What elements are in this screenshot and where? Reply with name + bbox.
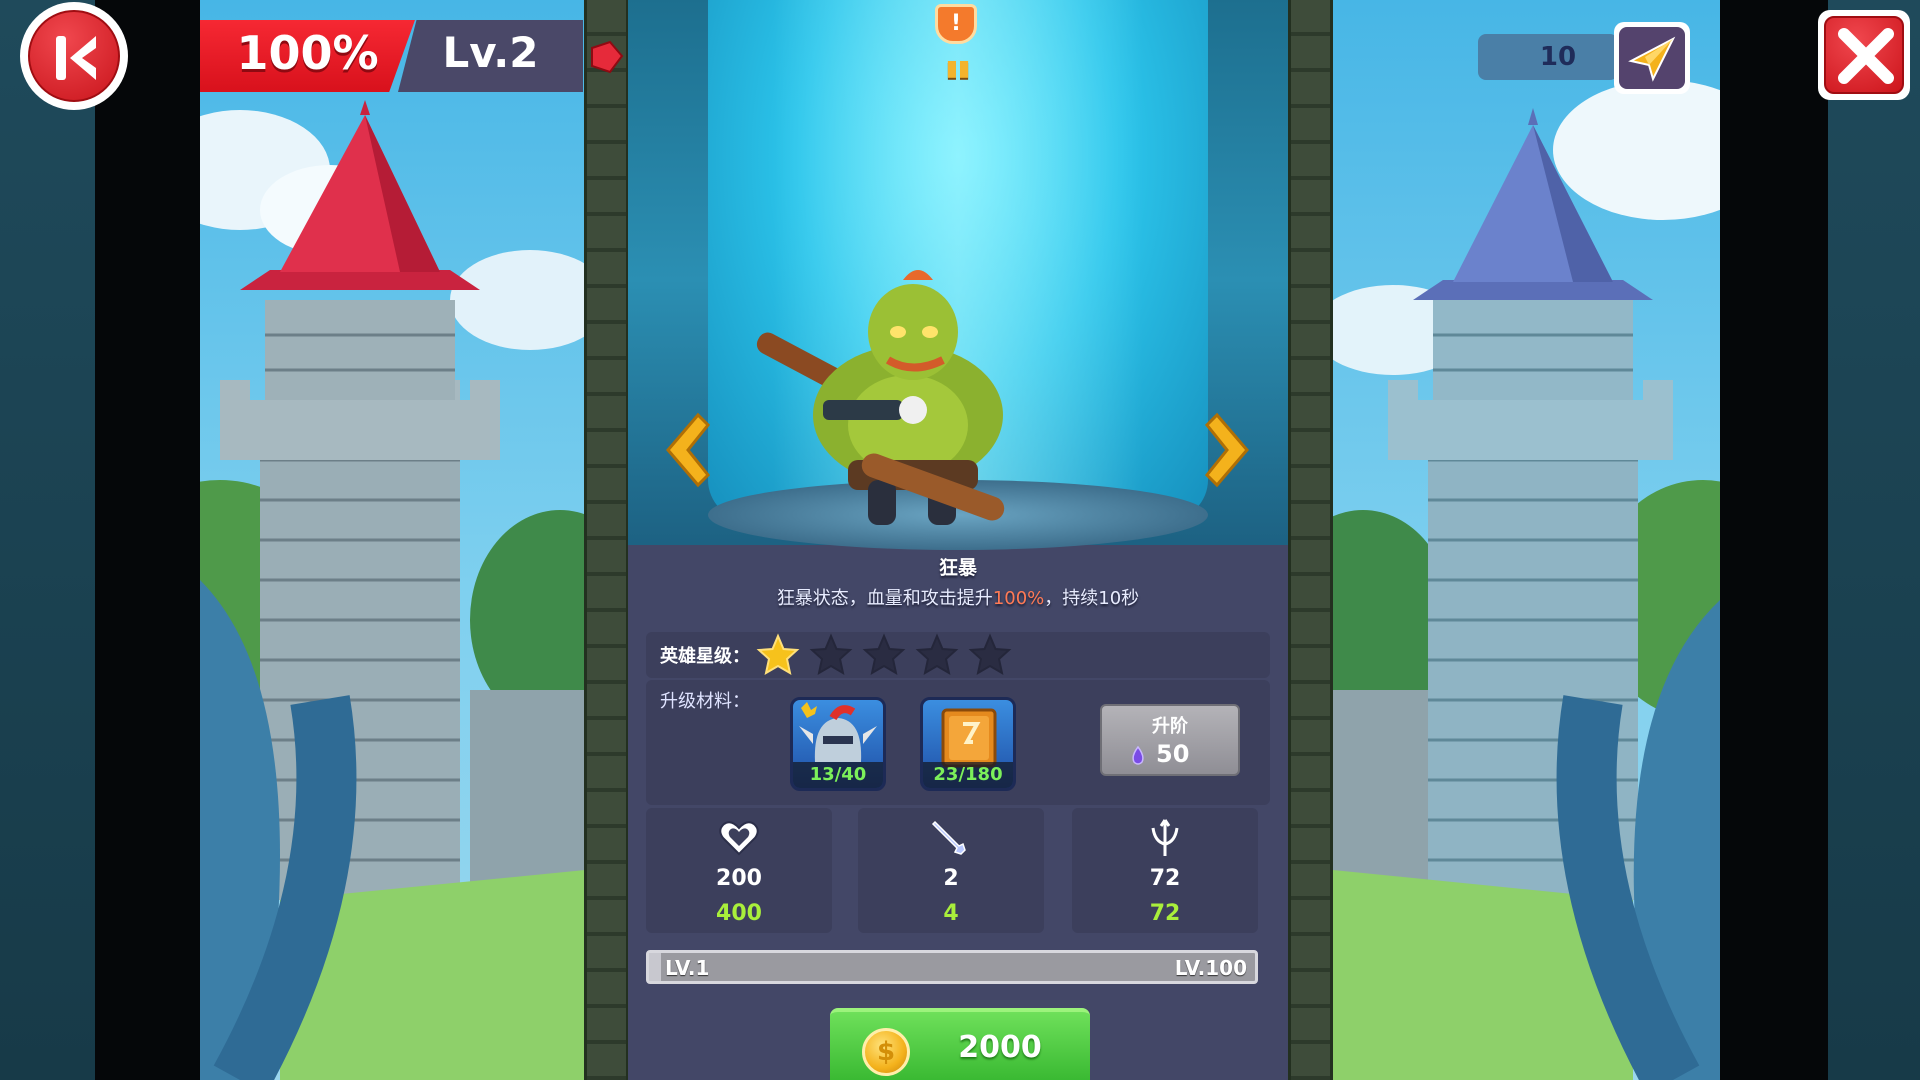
star-empty-icon <box>809 633 853 676</box>
left-pillar <box>584 0 629 1080</box>
description-suffix: ，持续10秒 <box>1044 588 1140 609</box>
stat-next-value: 400 <box>716 901 762 926</box>
stat-next-value: 4 <box>943 901 959 926</box>
energy-counter: 10 <box>1478 34 1618 80</box>
star-filled-icon <box>756 633 800 676</box>
upgrade-label: 升阶 <box>1152 716 1188 737</box>
rank-label: 英雄星级： <box>660 646 750 667</box>
material-helmet[interactable]: 13/40 <box>790 697 886 791</box>
right-wall <box>1828 0 1920 1080</box>
paper-plane-face <box>1619 27 1685 89</box>
material-count: 23/180 <box>923 762 1013 788</box>
right-pillar <box>1288 0 1333 1080</box>
description-text: 狂暴状态，血量和攻击提升 <box>776 588 993 609</box>
left-scenery <box>200 0 585 1080</box>
red-tower-illustration <box>200 100 585 1080</box>
purple-gem-icon <box>1132 746 1144 765</box>
close-icon <box>1838 28 1894 84</box>
back-arrow-icon <box>56 36 96 80</box>
next-hero-arrow-icon[interactable] <box>1201 410 1257 490</box>
player-level-bar: Lv.2 <box>398 20 583 92</box>
stat-attack: 2 4 <box>858 808 1044 933</box>
stat-health: 200 400 <box>646 808 832 933</box>
back-button[interactable] <box>20 2 128 110</box>
orc-hero-portrait <box>756 270 1005 525</box>
shield-badge-icon: ! <box>935 4 977 44</box>
level-progress-bar: LV.1 LV.100 <box>646 950 1258 984</box>
star-empty-icon <box>968 633 1012 676</box>
stat-base-value: 72 <box>1149 866 1181 891</box>
hero-description: 狂暴状态，血量和攻击提升100%，持续10秒 <box>628 584 1288 610</box>
left-wall <box>0 0 95 1080</box>
badge-label: ▮▮ <box>945 56 971 81</box>
player-level: Lv.2 <box>442 28 539 77</box>
paper-plane-icon <box>1628 36 1676 82</box>
level-progress-fill <box>649 953 662 981</box>
paper-plane-button[interactable] <box>1614 22 1690 94</box>
stat-range: 72 72 <box>1072 808 1258 933</box>
prev-hero-arrow-icon[interactable] <box>658 410 714 490</box>
sword-icon <box>931 820 966 855</box>
star-empty-icon <box>915 633 959 676</box>
upgrade-cost: 50 <box>1156 740 1190 768</box>
back-button-face <box>28 10 120 102</box>
close-button[interactable] <box>1818 10 1910 100</box>
upgrade-rank-button[interactable]: 升阶 50 <box>1100 704 1240 776</box>
level-up-buy-button[interactable]: $ 2000 <box>830 1008 1090 1080</box>
materials-label: 升级材料： <box>660 691 750 712</box>
stat-base-value: 2 <box>943 866 959 891</box>
right-scenery <box>1333 0 1720 1080</box>
spell-book-icon <box>941 708 997 768</box>
hero-name: 狂暴 <box>938 557 977 579</box>
red-gem-icon <box>591 40 624 74</box>
material-count: 13/40 <box>793 762 883 788</box>
stat-next-value: 72 <box>1149 901 1181 926</box>
trident-icon <box>1151 819 1179 856</box>
buy-price: 2000 <box>958 1030 1042 1065</box>
right-shadow <box>1720 0 1828 1080</box>
level-max-label: LV.100 <box>1174 956 1247 980</box>
blue-tower-illustration <box>1333 80 1720 1080</box>
material-book[interactable]: 23/180 <box>920 697 1016 791</box>
hero-panel: ! ▮▮ 狂暴 狂暴状态，血量和攻击提升100%，持续10秒 英雄星级： 升级材… <box>628 0 1288 1080</box>
stat-base-value: 200 <box>716 866 762 891</box>
helmet-icon <box>799 702 877 762</box>
gold-coin-icon: $ <box>862 1028 910 1076</box>
star-empty-icon <box>862 633 906 676</box>
description-highlight: 100% <box>992 588 1045 609</box>
health-percent: 100% <box>236 26 379 80</box>
left-shadow <box>95 0 200 1080</box>
heart-icon <box>719 821 759 856</box>
level-min-label: LV.1 <box>665 956 710 980</box>
health-bar: 100% <box>200 20 415 92</box>
close-button-face <box>1824 16 1904 94</box>
